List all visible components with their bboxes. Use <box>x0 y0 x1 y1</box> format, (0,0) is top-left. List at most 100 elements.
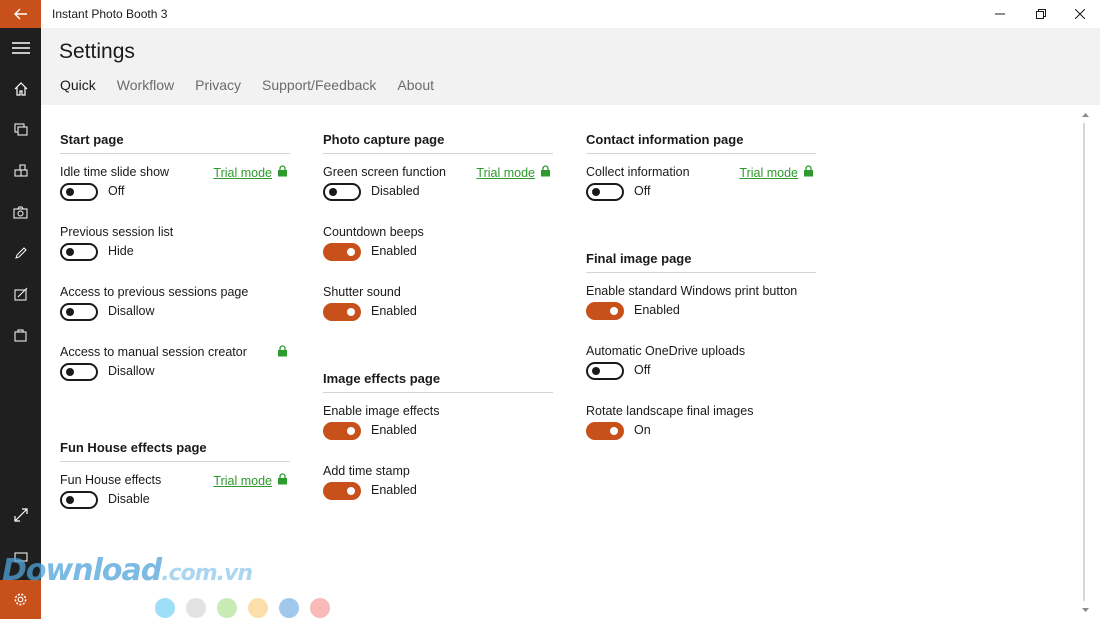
section-contact-info: Contact information page Collect informa… <box>586 132 816 201</box>
toggle-state: Off <box>108 184 125 198</box>
toggle-switch[interactable] <box>60 491 98 509</box>
setting-row: Idle time slide show Trial mode Off <box>60 165 290 211</box>
setting-row: Countdown beeps Enabled <box>323 225 553 271</box>
toggle-switch[interactable] <box>586 302 624 320</box>
toggle-switch[interactable] <box>60 363 98 381</box>
minimize-icon <box>995 13 1005 15</box>
watermark-logo: Download.com.vn <box>2 553 253 588</box>
lock-icon <box>277 345 288 360</box>
toggle-switch[interactable] <box>323 243 361 261</box>
section-final-image: Final image page Enable standard Windows… <box>586 251 816 440</box>
toggle-switch[interactable] <box>586 362 624 380</box>
setting-row: Fun House effects Trial mode Disable <box>60 473 290 519</box>
scroll-down-button[interactable] <box>1080 605 1090 615</box>
toggle-switch[interactable] <box>586 183 624 201</box>
bag-icon <box>14 329 27 342</box>
toggle-switch[interactable] <box>60 243 98 261</box>
app-title: Instant Photo Booth 3 <box>52 7 168 21</box>
tab-privacy[interactable]: Privacy <box>195 77 241 93</box>
setting-row: Shutter sound Enabled <box>323 285 553 331</box>
watermark-dot <box>279 598 299 618</box>
section-fun-house: Fun House effects page Fun House effects… <box>60 440 290 509</box>
trial-mode-label: Trial mode <box>739 165 798 180</box>
watermark-dot <box>248 598 268 618</box>
restore-icon <box>1036 9 1046 19</box>
section-image-effects: Image effects page Enable image effects E… <box>323 371 553 500</box>
setting-label: Rotate landscape final images <box>586 404 754 418</box>
caret-down-icon <box>1081 607 1089 612</box>
nav-sign[interactable] <box>0 274 41 314</box>
lock-icon <box>540 165 551 180</box>
trial-mode-label: Trial mode <box>213 165 272 180</box>
caret-up-icon <box>1081 112 1089 117</box>
lock-icon <box>803 165 814 180</box>
toggle-switch[interactable] <box>323 183 361 201</box>
back-button[interactable] <box>0 0 41 28</box>
toggle-switch[interactable] <box>323 482 361 500</box>
scroll-track[interactable] <box>1083 123 1085 601</box>
watermark-domain: .com.vn <box>161 561 253 586</box>
trial-mode-link[interactable]: Trial mode <box>476 165 551 180</box>
setting-label: Access to manual session creator <box>60 345 247 359</box>
tab-strip: Quick Workflow Privacy Support/Feedback … <box>60 77 455 93</box>
toggle-switch[interactable] <box>323 303 361 321</box>
toggle-state: Disallow <box>108 364 155 378</box>
trial-mode-link[interactable]: Trial mode <box>213 473 288 488</box>
hamburger-button[interactable] <box>0 28 41 68</box>
nav-home[interactable] <box>0 69 41 109</box>
apps-icon <box>14 164 27 177</box>
toggle-switch[interactable] <box>60 183 98 201</box>
toggle-knob <box>66 248 74 256</box>
setting-row: Access to previous sessions page Disallow <box>60 285 290 331</box>
close-button[interactable] <box>1057 0 1100 28</box>
scroll-up-button[interactable] <box>1080 109 1090 119</box>
setting-label: Add time stamp <box>323 464 410 478</box>
lock-indicator[interactable] <box>272 345 288 360</box>
setting-row: Enable image effects Enabled <box>323 404 553 450</box>
setting-row: Automatic OneDrive uploads Off <box>586 344 816 390</box>
tab-workflow[interactable]: Workflow <box>117 77 174 93</box>
setting-label: Enable standard Windows print button <box>586 284 798 298</box>
section-title: Photo capture page <box>323 132 553 154</box>
nav-camera[interactable] <box>0 192 41 232</box>
toggle-switch[interactable] <box>60 303 98 321</box>
toggle-state: On <box>634 423 651 437</box>
hamburger-menu-icon <box>11 42 30 54</box>
nav-gallery[interactable] <box>0 110 41 150</box>
settings-header: Settings Quick Workflow Privacy Support/… <box>41 28 1100 105</box>
close-icon <box>1075 9 1085 19</box>
setting-row: Previous session list Hide <box>60 225 290 271</box>
toggle-state: Enabled <box>371 244 417 258</box>
toggle-knob <box>329 188 337 196</box>
toggle-switch[interactable] <box>323 422 361 440</box>
watermark-dot <box>217 598 237 618</box>
toggle-switch[interactable] <box>586 422 624 440</box>
tab-about[interactable]: About <box>397 77 434 93</box>
toggle-knob <box>592 188 600 196</box>
nav-apps[interactable] <box>0 151 41 191</box>
setting-label: Access to previous sessions page <box>60 285 249 299</box>
section-title: Final image page <box>586 251 816 273</box>
setting-row: Access to manual session creator Disallow <box>60 345 290 391</box>
setting-row: Add time stamp Enabled <box>323 464 553 510</box>
nav-shop[interactable] <box>0 315 41 355</box>
toggle-state: Disallow <box>108 304 155 318</box>
tab-support-feedback[interactable]: Support/Feedback <box>262 77 376 93</box>
tab-quick[interactable]: Quick <box>60 77 96 93</box>
toggle-knob <box>347 248 355 256</box>
setting-row: Green screen function Trial mode Disabled <box>323 165 553 211</box>
camera-icon <box>13 206 28 218</box>
trial-mode-link[interactable]: Trial mode <box>213 165 288 180</box>
title-bar: Instant Photo Booth 3 <box>0 0 1100 28</box>
toggle-knob <box>610 307 618 315</box>
trial-mode-link[interactable]: Trial mode <box>739 165 814 180</box>
section-title: Image effects page <box>323 371 553 393</box>
vertical-scrollbar[interactable] <box>1080 105 1100 619</box>
nav-fullscreen[interactable] <box>0 495 41 535</box>
setting-label: Previous session list <box>60 225 174 239</box>
minimize-button[interactable] <box>977 0 1023 28</box>
expand-icon <box>13 508 28 522</box>
toggle-state: Off <box>634 184 651 198</box>
page-title: Settings <box>59 40 135 63</box>
nav-edit[interactable] <box>0 233 41 273</box>
